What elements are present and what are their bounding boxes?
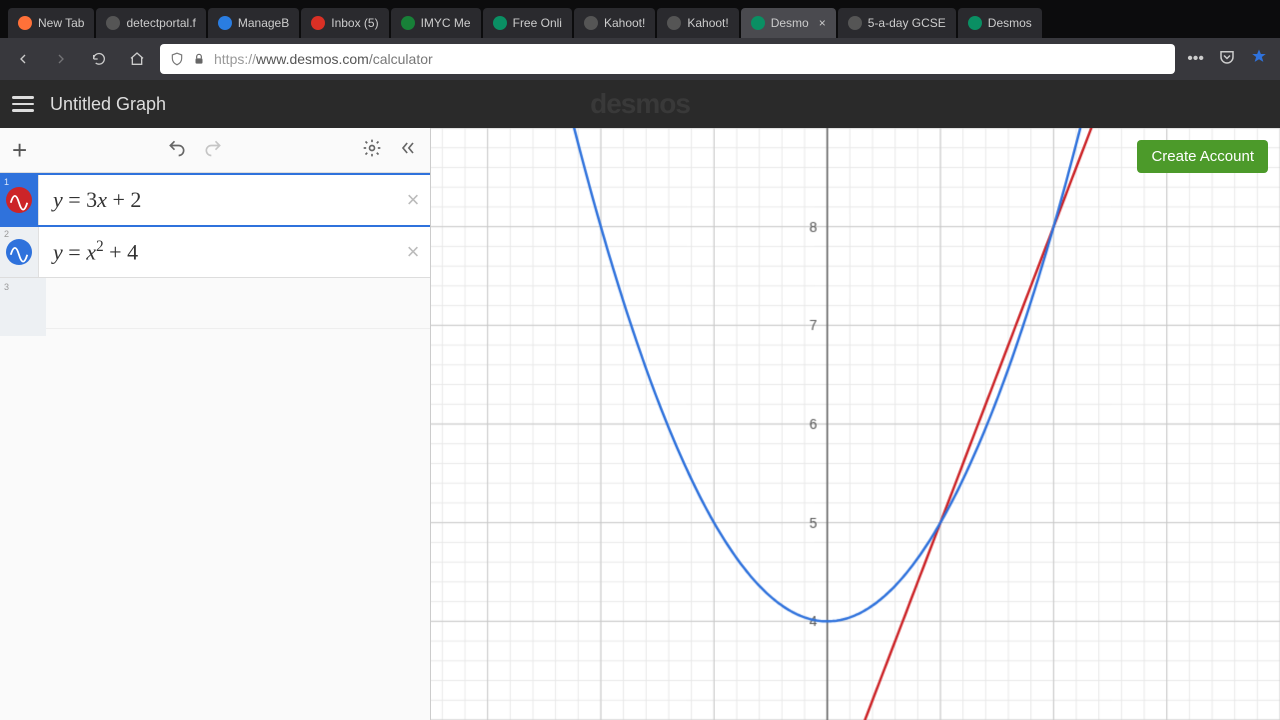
browser-tab[interactable]: Desmo ×: [741, 8, 836, 38]
browser-nav-bar: https://www.desmos.com/calculator •••: [0, 38, 1280, 80]
browser-tab[interactable]: ManageB: [208, 8, 299, 38]
expression-formula[interactable]: y = x2 + 4: [39, 238, 396, 265]
more-icon[interactable]: •••: [1183, 46, 1208, 72]
add-expression-button[interactable]: +: [12, 135, 27, 166]
lock-icon: [192, 52, 206, 66]
wave-icon: [6, 239, 32, 265]
browser-tab[interactable]: Desmos: [958, 8, 1042, 38]
expression-panel: + 1y = 3x + 2×2y = x2 + 4×3: [0, 128, 431, 720]
create-account-button[interactable]: Create Account: [1137, 140, 1268, 173]
close-tab-icon[interactable]: ×: [819, 16, 826, 30]
desmos-logo: desmos: [590, 88, 690, 120]
tab-label: Desmo: [771, 16, 809, 30]
collapse-panel-icon[interactable]: [398, 138, 418, 163]
browser-tab[interactable]: New Tab: [8, 8, 94, 38]
tab-label: Kahoot!: [604, 16, 645, 30]
desmos-app: Untitled Graph desmos + 1y = 3x + 2×2y =…: [0, 80, 1280, 720]
tab-label: IMYC Me: [421, 16, 471, 30]
favicon: [401, 16, 415, 30]
browser-tab[interactable]: Free Onli: [483, 8, 572, 38]
undo-button[interactable]: [167, 138, 187, 163]
delete-expression-icon[interactable]: ×: [396, 187, 430, 213]
tab-label: ManageB: [238, 16, 289, 30]
toolbar-right-icons: •••: [1183, 44, 1272, 75]
favicon: [493, 16, 507, 30]
browser-tab[interactable]: IMYC Me: [391, 8, 481, 38]
home-button[interactable]: [122, 44, 152, 74]
favicon: [667, 16, 681, 30]
forward-button[interactable]: [46, 44, 76, 74]
reload-button[interactable]: [84, 44, 114, 74]
expression-row-empty[interactable]: 3: [0, 278, 430, 329]
shield-icon: [170, 52, 184, 66]
pocket-icon[interactable]: [1214, 44, 1240, 75]
expression-toolbar: +: [0, 128, 430, 173]
settings-icon[interactable]: [362, 138, 382, 163]
wave-icon: [6, 187, 32, 213]
tab-label: Free Onli: [513, 16, 562, 30]
favicon: [968, 16, 982, 30]
expression-list: 1y = 3x + 2×2y = x2 + 4×3: [0, 173, 430, 720]
favicon: [751, 16, 765, 30]
tab-label: Inbox (5): [331, 16, 378, 30]
browser-tab[interactable]: detectportal.f: [96, 8, 205, 38]
expression-row[interactable]: 2y = x2 + 4×: [0, 227, 430, 278]
favicon: [584, 16, 598, 30]
bookmark-star-icon[interactable]: [1246, 44, 1272, 75]
url-text: https://www.desmos.com/calculator: [214, 51, 433, 67]
tab-label: Kahoot!: [687, 16, 728, 30]
expression-row[interactable]: 1y = 3x + 2×: [0, 173, 430, 227]
url-bar[interactable]: https://www.desmos.com/calculator: [160, 44, 1175, 74]
favicon: [218, 16, 232, 30]
expression-index[interactable]: 1: [0, 175, 39, 225]
app-header: Untitled Graph desmos: [0, 80, 1280, 128]
delete-expression-icon[interactable]: ×: [396, 239, 430, 265]
expression-formula[interactable]: y = 3x + 2: [39, 187, 396, 213]
tab-label: Desmos: [988, 16, 1032, 30]
favicon: [311, 16, 325, 30]
browser-tab-strip: New Tab detectportal.f ManageB Inbox (5) IMY…: [0, 0, 1280, 38]
browser-tab[interactable]: Kahoot!: [657, 8, 738, 38]
tab-label: New Tab: [38, 16, 84, 30]
graph-title[interactable]: Untitled Graph: [50, 94, 166, 115]
tab-label: detectportal.f: [126, 16, 195, 30]
graph-canvas-area[interactable]: Create Account: [431, 128, 1280, 720]
browser-tab[interactable]: Kahoot!: [574, 8, 655, 38]
redo-button[interactable]: [203, 138, 223, 163]
browser-tab[interactable]: 5-a-day GCSE: [838, 8, 956, 38]
favicon: [106, 16, 120, 30]
browser-tab[interactable]: Inbox (5): [301, 8, 388, 38]
favicon: [18, 16, 32, 30]
back-button[interactable]: [8, 44, 38, 74]
favicon: [848, 16, 862, 30]
expression-index[interactable]: 2: [0, 227, 39, 277]
tab-label: 5-a-day GCSE: [868, 16, 946, 30]
menu-icon[interactable]: [12, 92, 34, 116]
